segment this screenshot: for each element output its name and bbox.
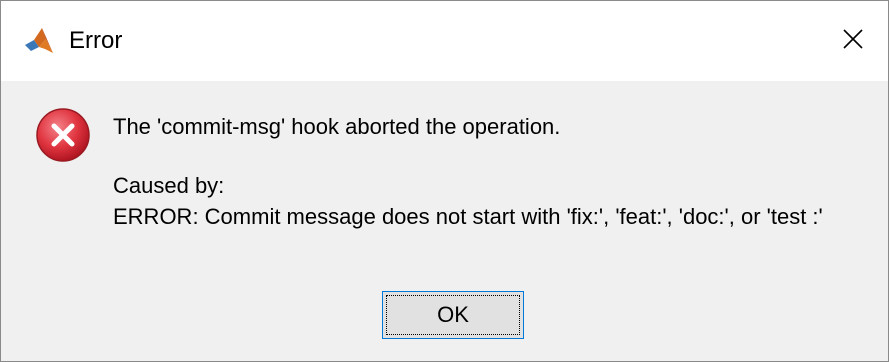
window-title: Error — [69, 27, 123, 54]
matlab-logo-icon — [23, 25, 55, 57]
ok-button[interactable]: OK — [382, 291, 524, 339]
error-dialog: Error The 'commit-msg' hook aborted the … — [0, 0, 889, 362]
title-bar[interactable]: Error — [1, 1, 888, 81]
close-button[interactable] — [818, 1, 888, 81]
error-detail: ERROR: Commit message does not start wit… — [113, 204, 823, 229]
caused-by-label: Caused by: — [113, 173, 225, 198]
error-message: The 'commit-msg' hook aborted the operat… — [113, 114, 561, 139]
error-icon — [35, 107, 91, 163]
close-icon — [842, 28, 864, 55]
dialog-content: The 'commit-msg' hook aborted the operat… — [1, 81, 888, 361]
ok-button-label: OK — [437, 302, 469, 327]
